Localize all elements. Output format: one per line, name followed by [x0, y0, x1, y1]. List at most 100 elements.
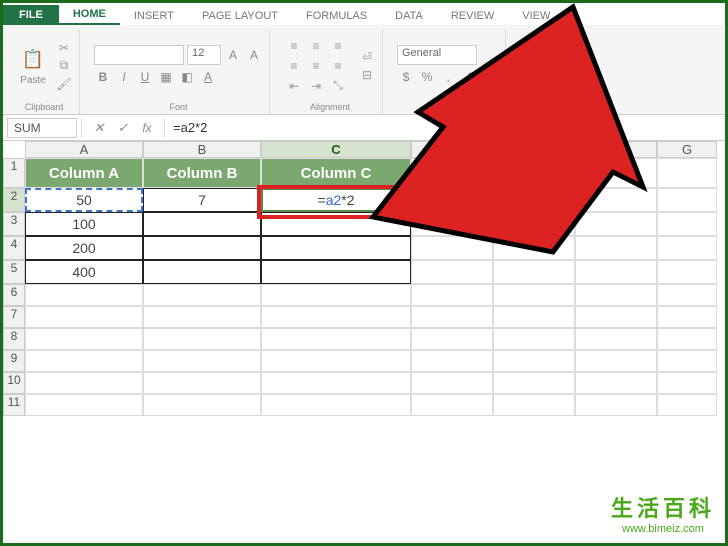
bold-button[interactable]: B [94, 68, 112, 86]
rowhead-8[interactable]: 8 [3, 328, 25, 350]
fill-color-button[interactable]: ◧ [178, 68, 196, 86]
cell-f10[interactable] [575, 372, 657, 394]
cell-d2[interactable] [411, 188, 493, 212]
cell-b11[interactable] [143, 394, 261, 416]
cell-a2[interactable]: 50 [25, 188, 143, 212]
rowhead-10[interactable]: 10 [3, 372, 25, 394]
indent-inc-icon[interactable]: ⇥ [306, 77, 326, 95]
rowhead-2[interactable]: 2 [3, 188, 25, 212]
format-table-button[interactable]: ▦ Forma [520, 60, 575, 71]
cell-e3[interactable] [493, 212, 575, 236]
cell-f2[interactable] [575, 188, 657, 212]
italic-button[interactable]: I [115, 68, 133, 86]
cell-d8[interactable] [411, 328, 493, 350]
colhead-e[interactable] [493, 141, 575, 158]
name-box[interactable]: SUM [7, 118, 77, 138]
underline-button[interactable]: U [136, 68, 154, 86]
tab-home[interactable]: HOME [59, 5, 120, 25]
cell-a3[interactable]: 100 [25, 212, 143, 236]
colhead-b[interactable]: B [143, 141, 261, 158]
rowhead-9[interactable]: 9 [3, 350, 25, 372]
align-center-icon[interactable]: ≡ [306, 57, 326, 75]
cancel-formula-icon[interactable]: ✕ [88, 118, 110, 138]
cell-g2[interactable] [657, 188, 717, 212]
copy-icon[interactable]: ⧉ [55, 58, 73, 74]
cell-b6[interactable] [143, 284, 261, 306]
tab-file[interactable]: FILE [3, 5, 59, 25]
format-painter-icon[interactable]: 🖌 [55, 76, 73, 92]
comma-button[interactable]: , [439, 68, 457, 86]
formula-input[interactable]: =a2*2 [165, 118, 725, 137]
cell-b4[interactable] [143, 236, 261, 260]
cell-c6[interactable] [261, 284, 411, 306]
cell-d3[interactable] [411, 212, 493, 236]
cell-e5[interactable] [493, 260, 575, 284]
cell-e6[interactable] [493, 284, 575, 306]
percent-button[interactable]: % [418, 68, 436, 86]
cell-f9[interactable] [575, 350, 657, 372]
cell-d7[interactable] [411, 306, 493, 328]
colhead-c[interactable]: C [261, 141, 411, 158]
cell-d1[interactable] [411, 158, 493, 188]
wrap-text-icon[interactable]: ⏎ [358, 49, 376, 65]
insert-function-button[interactable]: fx [136, 118, 158, 138]
rowhead-11[interactable]: 11 [3, 394, 25, 416]
cell-g6[interactable] [657, 284, 717, 306]
cell-styles-button[interactable]: ▦ [520, 73, 575, 84]
cell-d4[interactable] [411, 236, 493, 260]
cell-c1[interactable]: Column C [261, 158, 411, 188]
cell-e8[interactable] [493, 328, 575, 350]
cell-a4[interactable]: 200 [25, 236, 143, 260]
cell-a9[interactable] [25, 350, 143, 372]
cell-d5[interactable] [411, 260, 493, 284]
cell-c3[interactable] [261, 212, 411, 236]
cell-b5[interactable] [143, 260, 261, 284]
cell-a1[interactable]: Column A [25, 158, 143, 188]
tab-view[interactable]: VIEW [508, 7, 564, 25]
cell-e7[interactable] [493, 306, 575, 328]
cell-e2[interactable] [493, 188, 575, 212]
cell-f11[interactable] [575, 394, 657, 416]
cell-d11[interactable] [411, 394, 493, 416]
cell-d10[interactable] [411, 372, 493, 394]
cell-g10[interactable] [657, 372, 717, 394]
cell-a6[interactable] [25, 284, 143, 306]
indent-dec-icon[interactable]: ⇤ [284, 77, 304, 95]
cell-e9[interactable] [493, 350, 575, 372]
cell-f5[interactable] [575, 260, 657, 284]
cell-c11[interactable] [261, 394, 411, 416]
cut-icon[interactable]: ✂ [55, 40, 73, 56]
enter-formula-icon[interactable]: ✓ [112, 118, 134, 138]
cell-g11[interactable] [657, 394, 717, 416]
number-format-select[interactable]: General [397, 45, 477, 65]
cell-d6[interactable] [411, 284, 493, 306]
align-right-icon[interactable]: ≡ [328, 57, 348, 75]
cell-b2[interactable]: 7 [143, 188, 261, 212]
font-name-select[interactable] [94, 45, 184, 65]
currency-button[interactable]: $ [397, 68, 415, 86]
colhead-d[interactable] [411, 141, 493, 158]
cell-a7[interactable] [25, 306, 143, 328]
cell-e4[interactable] [493, 236, 575, 260]
paste-button[interactable]: 📋 Paste [15, 43, 51, 88]
cell-e11[interactable] [493, 394, 575, 416]
cell-e10[interactable] [493, 372, 575, 394]
align-bottom-icon[interactable]: ≡ [328, 37, 348, 55]
cell-c9[interactable] [261, 350, 411, 372]
cell-c4[interactable] [261, 236, 411, 260]
colhead-g[interactable]: G [657, 141, 717, 158]
cell-g7[interactable] [657, 306, 717, 328]
cell-a11[interactable] [25, 394, 143, 416]
dec-decimal-icon[interactable]: .00 [481, 68, 499, 86]
rowhead-7[interactable]: 7 [3, 306, 25, 328]
cell-c10[interactable] [261, 372, 411, 394]
cell-c2-editing[interactable]: =a2*2 [261, 188, 411, 212]
cell-a5[interactable]: 400 [25, 260, 143, 284]
align-top-icon[interactable]: ≡ [284, 37, 304, 55]
rowhead-5[interactable]: 5 [3, 260, 25, 284]
merge-icon[interactable]: ⊟ [358, 67, 376, 83]
grow-font-icon[interactable]: A [224, 46, 242, 64]
cell-g3[interactable] [657, 212, 717, 236]
cell-b3[interactable] [143, 212, 261, 236]
cell-f1[interactable] [575, 158, 657, 188]
